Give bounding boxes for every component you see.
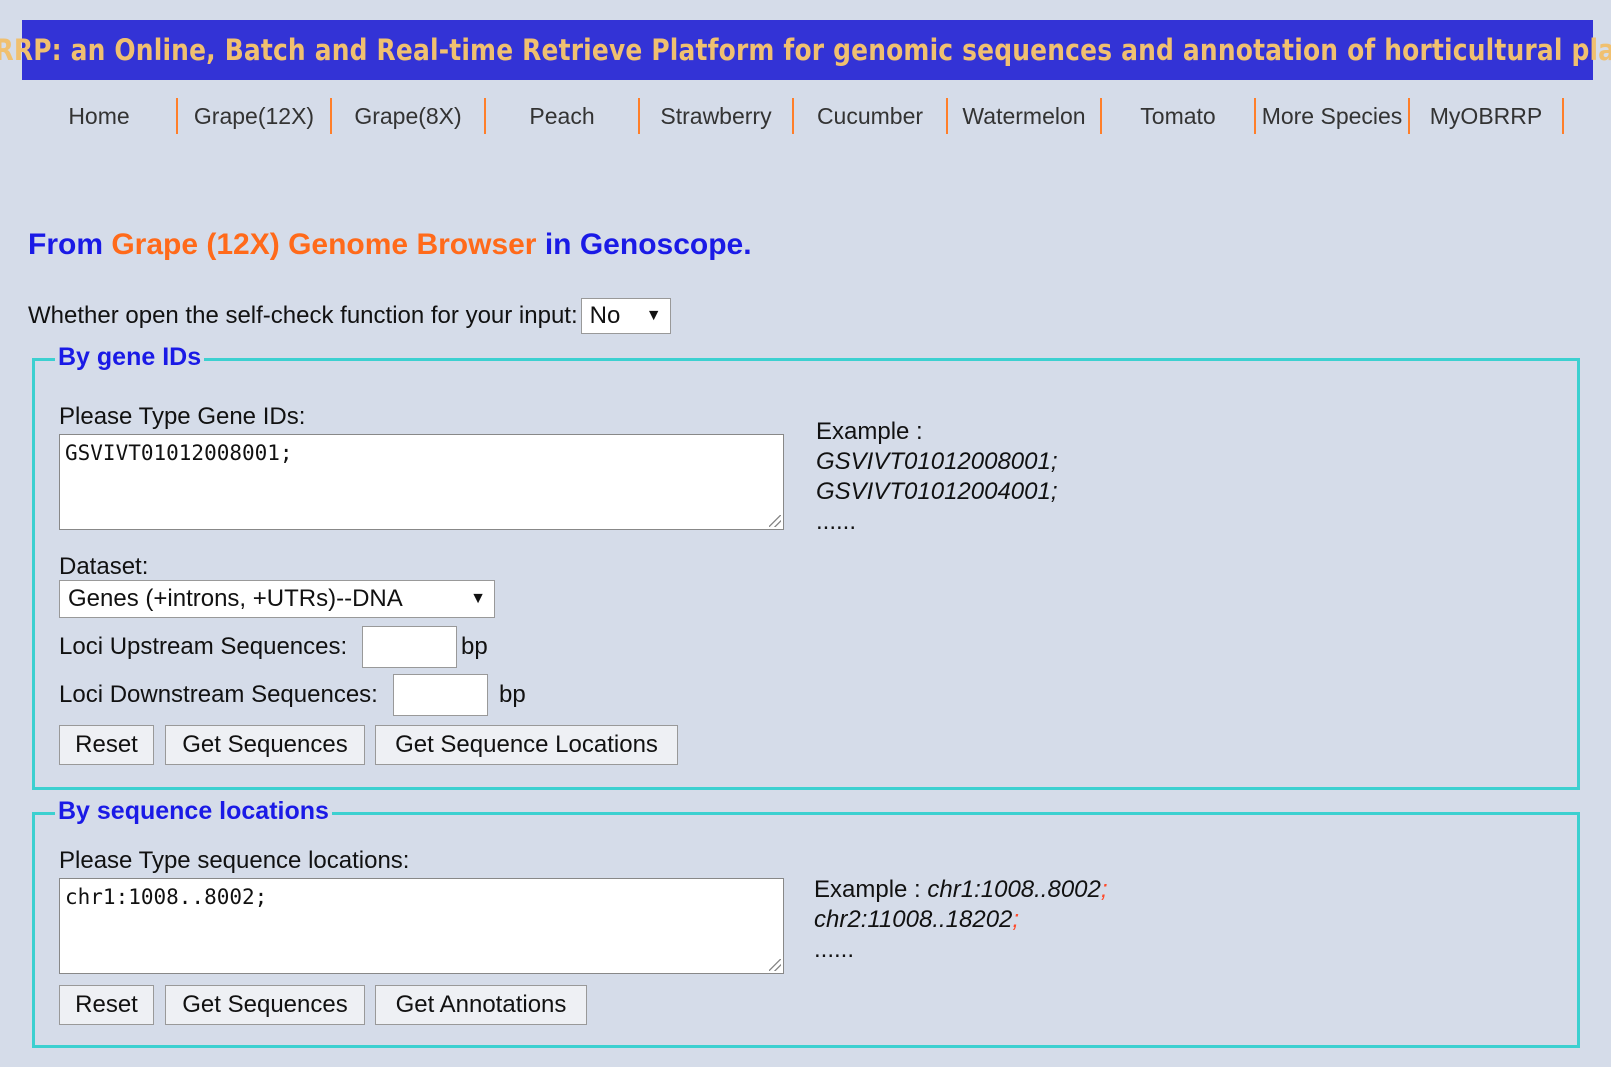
nav-item-cucumber[interactable]: Cucumber — [794, 98, 948, 134]
example-label: Example : — [816, 418, 923, 445]
gene-ids-example: Example : GSVIVT01012008001; GSVIVT01012… — [816, 417, 1058, 537]
upstream-input[interactable] — [362, 626, 457, 668]
get-sequence-locations-button[interactable]: Get Sequence Locations — [375, 725, 678, 765]
locations-example: Example : chr1:1008..8002; chr2:11008..1… — [814, 875, 1108, 965]
gene-ids-fieldset: By gene IDs Please Type Gene IDs: GSVIVT… — [32, 343, 1580, 790]
gene-ids-textarea-value: GSVIVT01012008001; — [65, 441, 293, 465]
page-heading: From Grape (12X) Genome Browser in Genos… — [28, 228, 752, 262]
heading-browser-link[interactable]: Grape (12X) Genome Browser — [111, 228, 536, 261]
selfcheck-label: Whether open the self-check function for… — [28, 302, 578, 329]
sequence-locations-legend: By sequence locations — [55, 797, 332, 826]
nav-item-myobrrp[interactable]: MyOBRRP — [1410, 98, 1564, 134]
nav-item-grape-12x[interactable]: Grape(12X) — [178, 98, 332, 134]
dataset-value: Genes (+introns, +UTRs)--DNA — [68, 585, 403, 612]
nav-item-tomato[interactable]: Tomato — [1102, 98, 1256, 134]
resize-grip-icon[interactable] — [769, 515, 781, 527]
dataset-select[interactable]: Genes (+introns, +UTRs)--DNA ▼ — [59, 580, 495, 618]
locations-textarea-value: chr1:1008..8002; — [65, 885, 268, 909]
nav-item-more-species[interactable]: More Species — [1256, 98, 1410, 134]
example-ellipsis: ...... — [816, 508, 857, 535]
gene-ids-textarea[interactable]: GSVIVT01012008001; — [59, 434, 784, 530]
example-line: GSVIVT01012004001; — [816, 478, 1058, 505]
gene-ids-label: Please Type Gene IDs: — [59, 403, 306, 430]
upstream-unit: bp — [461, 633, 488, 660]
locations-label: Please Type sequence locations: — [59, 847, 410, 874]
locations-reset-button[interactable]: Reset — [59, 985, 154, 1025]
selfcheck-select[interactable]: No ▼ — [580, 298, 671, 334]
heading-site-link[interactable]: Genoscope. — [580, 228, 752, 261]
get-annotations-button[interactable]: Get Annotations — [375, 985, 587, 1025]
gene-get-sequences-button[interactable]: Get Sequences — [165, 725, 365, 765]
site-banner: OBRRP: an Online, Batch and Real-time Re… — [0, 20, 1611, 80]
downstream-unit: bp — [499, 681, 526, 708]
dataset-label: Dataset: — [59, 553, 149, 580]
banner-title: OBRRP: an Online, Batch and Real-time Re… — [0, 33, 1611, 67]
example-value: chr2:11008..18202 — [814, 906, 1013, 933]
heading-in: in — [536, 228, 580, 261]
example-semicolon: ; — [1012, 906, 1020, 933]
resize-grip-icon[interactable] — [769, 959, 781, 971]
example-label: Example : — [814, 876, 928, 903]
selfcheck-value: No — [589, 302, 621, 329]
example-ellipsis: ...... — [814, 936, 855, 963]
example-semicolon: ; — [1100, 876, 1108, 903]
locations-get-sequences-button[interactable]: Get Sequences — [165, 985, 365, 1025]
example-value: chr1:1008..8002 — [927, 876, 1101, 903]
example-line-1: Example : chr1:1008..8002; — [814, 875, 1108, 905]
nav-item-watermelon[interactable]: Watermelon — [948, 98, 1102, 134]
downstream-input[interactable] — [393, 674, 488, 716]
heading-from: From — [28, 228, 112, 261]
selfcheck-row: Whether open the self-check function for… — [28, 298, 671, 334]
triangle-down-icon: ▼ — [645, 307, 662, 324]
upstream-label: Loci Upstream Sequences: — [59, 633, 348, 660]
example-line: GSVIVT01012008001; — [816, 448, 1058, 475]
nav-item-home[interactable]: Home — [22, 98, 178, 134]
locations-textarea[interactable]: chr1:1008..8002; — [59, 878, 784, 974]
triangle-down-icon: ▼ — [470, 590, 486, 607]
nav-item-strawberry[interactable]: Strawberry — [640, 98, 794, 134]
example-line-2: chr2:11008..18202; — [814, 905, 1108, 935]
nav-item-grape-8x[interactable]: Grape(8X) — [332, 98, 486, 134]
sequence-locations-fieldset: By sequence locations Please Type sequen… — [32, 797, 1580, 1048]
main-nav: Home Grape(12X) Grape(8X) Peach Strawber… — [22, 98, 1593, 134]
gene-reset-button[interactable]: Reset — [59, 725, 154, 765]
downstream-label: Loci Downstream Sequences: — [59, 681, 378, 708]
nav-item-peach[interactable]: Peach — [486, 98, 640, 134]
gene-ids-legend: By gene IDs — [55, 343, 205, 372]
